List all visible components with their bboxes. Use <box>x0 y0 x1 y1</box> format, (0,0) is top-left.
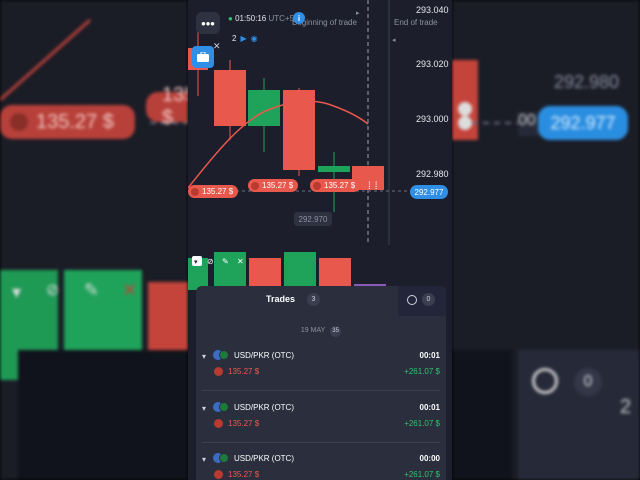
end-of-trade-label: End of trade <box>394 18 438 27</box>
price-label: 292.980 <box>416 169 449 179</box>
bg-trade-amount-2: 135.27 $ <box>162 84 188 129</box>
bg-arrow-down-icon <box>10 113 28 131</box>
trade-pair: USD/PKR (OTC) <box>234 403 294 412</box>
divider <box>202 442 440 443</box>
trade-tag-amount: 135.27 $ <box>324 181 356 190</box>
phone-screen: ▾ ⊘ ✎ ✕ 293.040 293.020 293.000 292.980 … <box>188 0 452 480</box>
trade-amount: 135.27 $ <box>228 367 260 376</box>
trade-tag[interactable]: 135.27 $ <box>310 179 361 192</box>
bg-trade-pill: 135.27 $ <box>0 105 135 139</box>
trade-profit: +261.07 $ <box>404 470 440 479</box>
chevron-down-icon[interactable]: ▾ <box>202 352 206 361</box>
chevron-down-icon[interactable]: ▾ <box>202 404 206 413</box>
counter-value: 2 <box>232 34 237 43</box>
more-horizontal-icon: ••• <box>201 15 215 31</box>
trade-row[interactable]: ▾ USD/PKR (OTC) 00:01 135.27 $ +261.07 $ <box>196 348 446 398</box>
trade-amount: 135.27 $ <box>228 470 260 479</box>
trades-panel: Trades 3 0 19 MAY 35 ▾ USD/PKR (OTC) 00:… <box>196 286 446 480</box>
price-label: 293.000 <box>416 114 449 124</box>
clock-icon <box>407 295 417 305</box>
trade-tag[interactable]: 135.27 $ <box>248 179 299 192</box>
briefcase-icon <box>197 52 209 62</box>
hover-price-tag: 292.970 <box>294 212 332 226</box>
trade-time: 00:01 <box>419 403 440 412</box>
date-count-badge: 35 <box>330 326 342 337</box>
trade-tag[interactable]: 135.27 $ <box>188 185 239 198</box>
arrow-down-icon <box>313 181 321 190</box>
info-icon[interactable]: i <box>293 12 305 24</box>
price-label: 293.020 <box>416 59 449 69</box>
timer-value: 01:50:16 <box>235 14 267 23</box>
bg-close-icon: ✕ <box>122 280 138 300</box>
closed-count-badge: 0 <box>422 293 435 306</box>
play-icon: ▶ <box>240 34 247 43</box>
portfolio-button[interactable] <box>192 46 214 68</box>
volume-bar <box>284 252 316 290</box>
bg-price-label: 292.980 <box>554 72 620 92</box>
trade-time: 00:01 <box>419 351 440 360</box>
arrow-down-icon <box>214 470 223 479</box>
eye-icon: ◉ <box>250 34 258 43</box>
bg-handle-icon <box>458 102 472 116</box>
bg-clock-icon <box>532 368 558 394</box>
trades-panel-header: Trades 3 0 <box>196 286 446 316</box>
bg-eye-off-icon: ⊘ <box>46 282 60 299</box>
chevron-down-icon[interactable]: ▾ <box>202 455 206 464</box>
bg-chevron-icon: ▾ <box>12 282 22 302</box>
price-chart[interactable]: ▾ ⊘ ✎ ✕ <box>188 0 452 290</box>
tab-trades[interactable]: Trades <box>266 294 295 304</box>
trade-pair: USD/PKR (OTC) <box>234 454 294 463</box>
arrow-down-icon <box>214 367 223 376</box>
info-label: i <box>297 13 301 23</box>
trade-tag-amount: 135.27 $ <box>262 181 294 190</box>
flag-arrow-icon: ▸ <box>356 10 360 17</box>
trade-row[interactable]: ▾ USD/PKR (OTC) 00:01 135.27 $ +261.07 $ <box>196 400 446 450</box>
bg-trade-pill-2: 135.27 $ <box>146 84 188 129</box>
pk-flag-icon <box>219 402 229 412</box>
trade-profit: +261.07 $ <box>404 367 440 376</box>
arrow-down-icon <box>214 419 223 428</box>
bg-trade-amount: 135.27 $ <box>36 110 114 133</box>
timezone-label: UTC+5 <box>268 14 295 23</box>
bg-badge: 00 <box>518 112 540 136</box>
trade-pair: USD/PKR (OTC) <box>234 351 294 360</box>
divider <box>202 390 440 391</box>
svg-text:▾: ▾ <box>194 259 198 266</box>
bg-current-price: 292.977 <box>538 106 628 140</box>
bg-clock-count: 0 <box>574 368 602 396</box>
bg-handle-icon-2 <box>458 116 472 130</box>
trade-profit: +261.07 $ <box>404 419 440 428</box>
drag-handle-icon[interactable]: ⁞⁞ <box>368 181 382 192</box>
trade-amount: 135.27 $ <box>228 419 260 428</box>
pk-flag-icon <box>219 350 229 360</box>
date-header: 19 MAY 35 <box>196 326 446 337</box>
svg-text:⊘: ⊘ <box>207 257 214 266</box>
candle <box>214 70 246 126</box>
price-label: 293.040 <box>416 5 449 15</box>
timer: ● 01:50:16 UTC+5 <box>228 14 294 23</box>
end-arrow-icon: ◂ <box>392 37 396 44</box>
trades-count-badge: 3 <box>307 293 320 306</box>
menu-button[interactable]: ••• <box>196 12 220 34</box>
trade-time: 00:00 <box>419 454 440 463</box>
background-left-blur: 135.27 $ 135.27 $ ▾ ⊘ ✎ ✕ <box>0 0 188 480</box>
svg-text:✎: ✎ <box>222 257 229 266</box>
arrow-down-icon <box>191 187 199 196</box>
current-price-tag: 292.977 <box>410 185 448 199</box>
arrow-down-icon <box>251 181 259 190</box>
indicator-counter[interactable]: 2 ▶ ◉ <box>232 34 258 43</box>
closed-trades-tab[interactable]: 0 <box>398 286 446 316</box>
svg-text:✕: ✕ <box>237 257 244 266</box>
trade-row[interactable]: ▾ USD/PKR (OTC) 00:00 135.27 $ +261.07 $ <box>196 451 446 480</box>
bg-edge-digit: 2 <box>620 396 632 418</box>
candle <box>318 166 350 172</box>
bg-pencil-icon: ✎ <box>84 280 100 300</box>
pk-flag-icon <box>219 453 229 463</box>
background-right-blur: 00 292.980 292.977 0 2 <box>452 0 640 480</box>
status-dot-icon: ● <box>228 14 233 23</box>
date-label: 19 MAY <box>300 327 326 334</box>
close-icon[interactable]: ✕ <box>213 42 221 51</box>
trade-tag-amount: 135.27 $ <box>202 187 234 196</box>
